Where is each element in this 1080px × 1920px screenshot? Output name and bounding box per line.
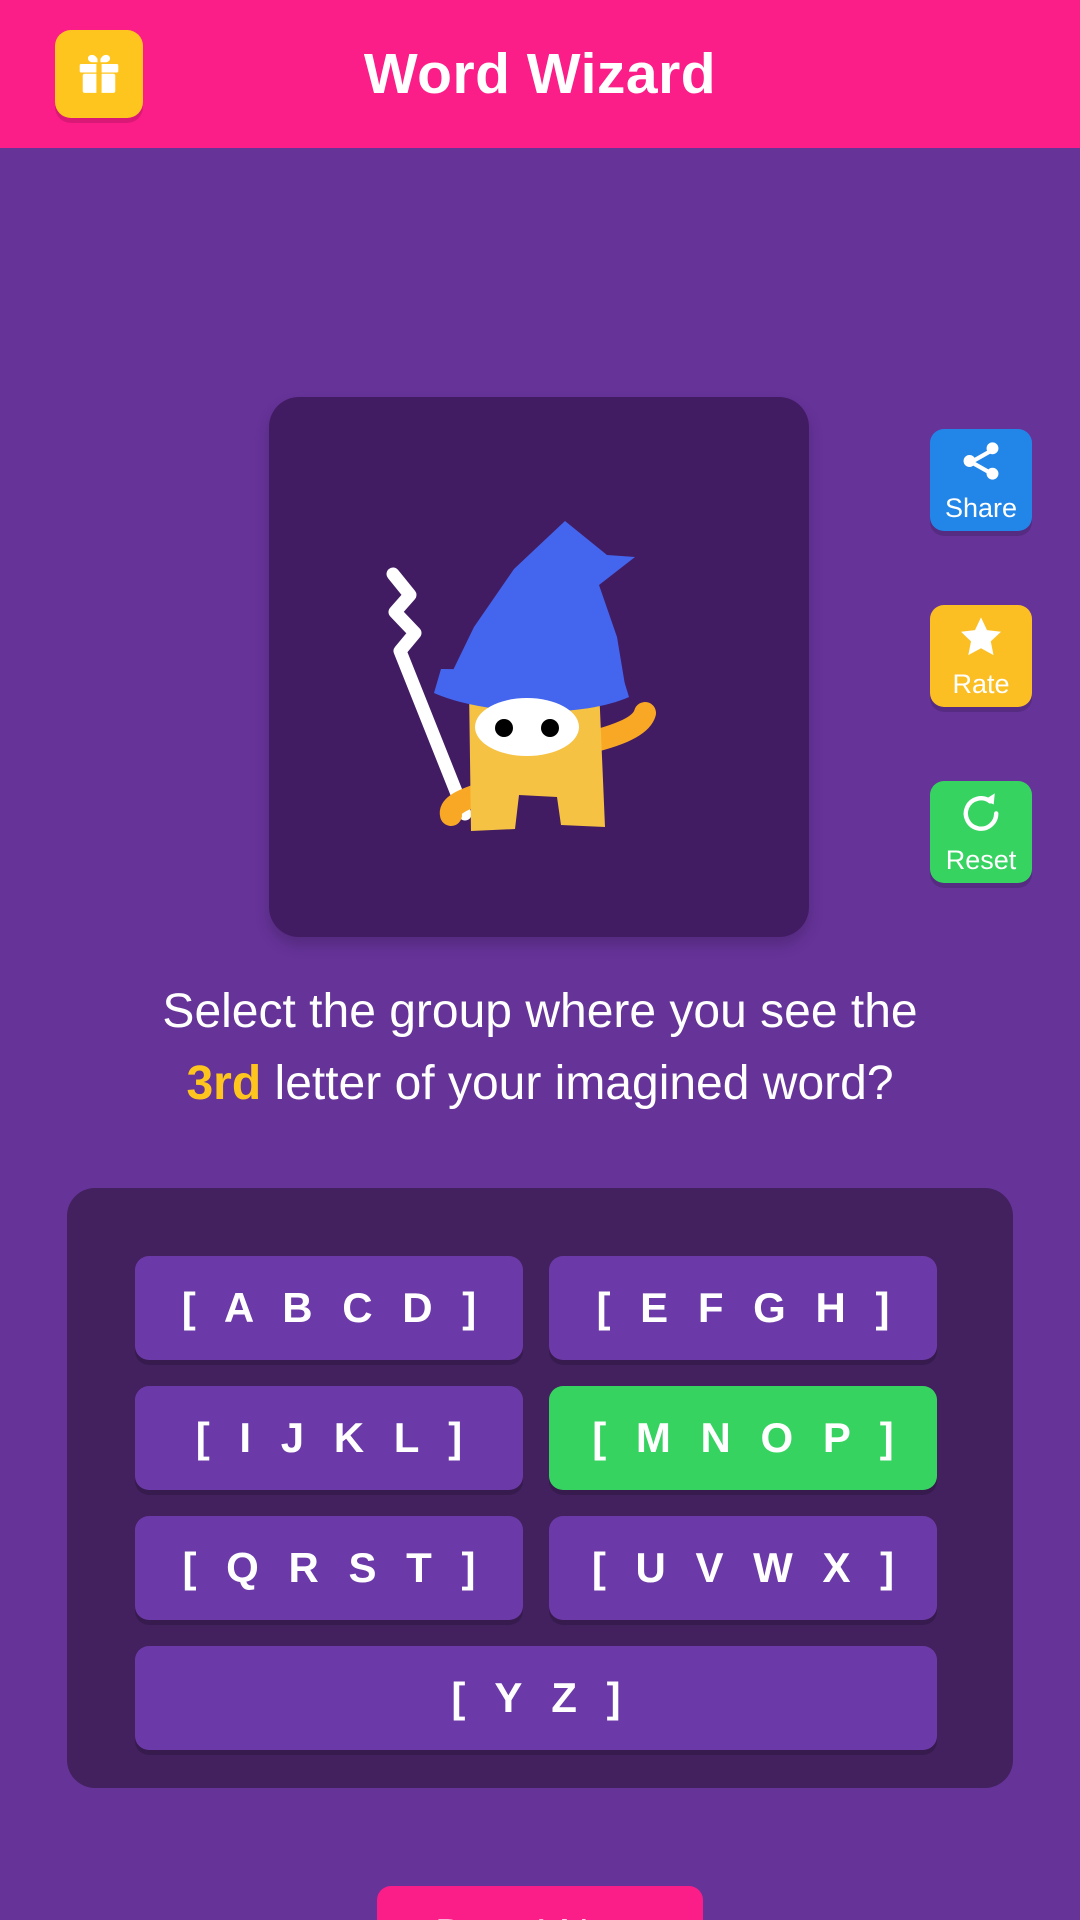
prompt-ordinal: 3rd — [186, 1057, 262, 1110]
next-button[interactable]: Done! Next — [377, 1886, 703, 1920]
rate-button[interactable]: Rate — [930, 605, 1032, 707]
share-button[interactable]: Share — [930, 429, 1032, 531]
reset-button[interactable]: Reset — [930, 781, 1032, 883]
reset-button-label: Reset — [945, 845, 1017, 875]
answer-option-button[interactable]: [ U V W X ] — [549, 1516, 937, 1620]
side-action-rail: Share Rate Reset — [930, 429, 1032, 883]
mascot-card — [269, 397, 809, 937]
answer-panel: [ A B C D ][ E F G H ][ I J K L ][ M N O… — [67, 1188, 1013, 1788]
prompt-line-1: Select the group where you see the — [162, 985, 918, 1038]
answer-option-button[interactable]: [ Y Z ] — [135, 1646, 937, 1750]
answer-option-button[interactable]: [ E F G H ] — [549, 1256, 937, 1360]
question-prompt: Select the group where you see the 3rd l… — [60, 976, 1020, 1120]
rate-button-label: Rate — [952, 669, 1010, 699]
refresh-icon — [956, 781, 1006, 845]
app-header: Word Wizard — [0, 0, 1080, 148]
share-button-label: Share — [944, 493, 1018, 523]
answer-option-button[interactable]: [ I J K L ] — [135, 1386, 523, 1490]
answer-grid: [ A B C D ][ E F G H ][ I J K L ][ M N O… — [135, 1256, 945, 1750]
wizard-character-icon — [386, 521, 656, 831]
prompt-line-2: letter of your imagined word? — [261, 1057, 894, 1110]
answer-option-button[interactable]: [ A B C D ] — [135, 1256, 523, 1360]
page-title: Word Wizard — [363, 42, 717, 106]
answer-option-button[interactable]: [ M N O P ] — [549, 1386, 937, 1490]
main-stage: Share Rate Reset Select the group where … — [0, 148, 1080, 1920]
gift-button[interactable] — [55, 30, 143, 118]
gift-icon — [73, 48, 125, 100]
star-icon — [956, 605, 1006, 669]
share-icon — [958, 429, 1004, 493]
answer-option-button[interactable]: [ Q R S T ] — [135, 1516, 523, 1620]
